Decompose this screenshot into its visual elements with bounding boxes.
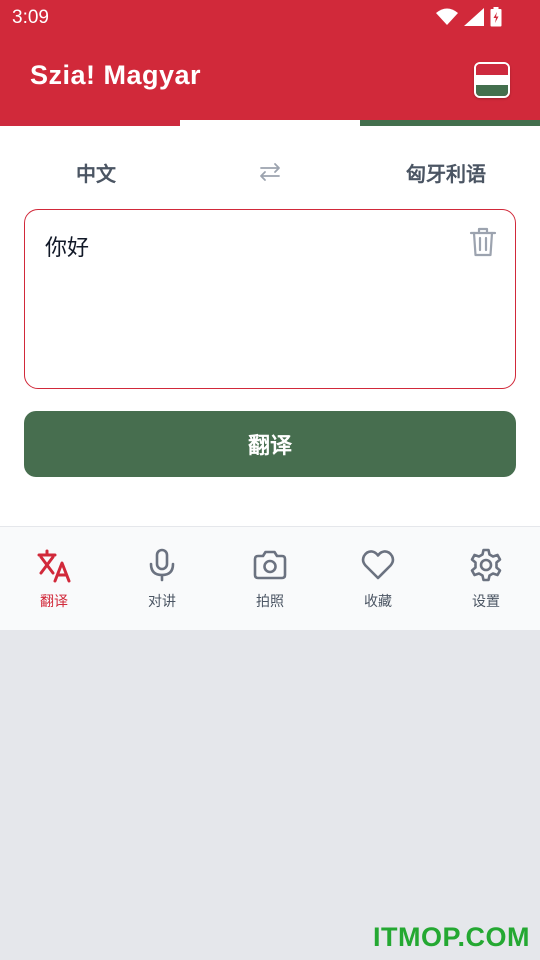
watermark: ITMOP.COM	[372, 922, 530, 952]
heart-icon	[361, 550, 395, 580]
nav-item-camera[interactable]: 拍照	[216, 527, 324, 630]
source-text-value: 你好	[45, 236, 90, 261]
trash-icon[interactable]	[469, 226, 497, 258]
nav-label-translate: 翻译	[40, 594, 68, 610]
source-text-input[interactable]: 你好	[24, 209, 516, 389]
nav-item-settings[interactable]: 设置	[432, 527, 540, 630]
nav-label-settings: 设置	[472, 594, 500, 610]
flag-green-stripe	[476, 85, 508, 96]
wifi-icon	[436, 8, 458, 25]
nav-label-favorites: 收藏	[364, 594, 392, 610]
swap-arrows-icon[interactable]	[258, 160, 282, 184]
bottom-navigation: 翻译 对讲 拍照 收藏 设置	[0, 526, 540, 630]
flag-red-stripe	[476, 64, 508, 75]
nav-label-camera: 拍照	[256, 594, 284, 610]
status-icons	[436, 7, 502, 27]
target-language-button[interactable]: 匈牙利语	[406, 158, 486, 187]
source-language-button[interactable]: 中文	[76, 158, 116, 187]
flag-white-stripe	[476, 74, 508, 86]
microphone-icon	[149, 548, 175, 582]
nav-item-translate[interactable]: 翻译	[0, 527, 108, 630]
gear-icon	[470, 548, 502, 582]
nav-label-talk: 对讲	[148, 594, 176, 610]
battery-icon	[490, 7, 502, 27]
signal-icon	[464, 8, 484, 26]
translate-panel: 中文 匈牙利语 你好 翻译	[0, 126, 540, 526]
app-bar: Szia! Magyar	[0, 36, 540, 120]
status-time: 3:09	[12, 7, 49, 28]
status-bar: 3:09	[0, 0, 540, 36]
camera-icon	[253, 550, 287, 580]
nav-item-talk[interactable]: 对讲	[108, 527, 216, 630]
nav-item-favorites[interactable]: 收藏	[324, 527, 432, 630]
app-title: Szia! Magyar	[30, 60, 202, 90]
translate-button[interactable]: 翻译	[24, 411, 516, 477]
hungary-flag-button[interactable]	[474, 62, 510, 98]
translate-icon	[37, 549, 71, 583]
language-selector-row: 中文 匈牙利语	[0, 126, 540, 216]
